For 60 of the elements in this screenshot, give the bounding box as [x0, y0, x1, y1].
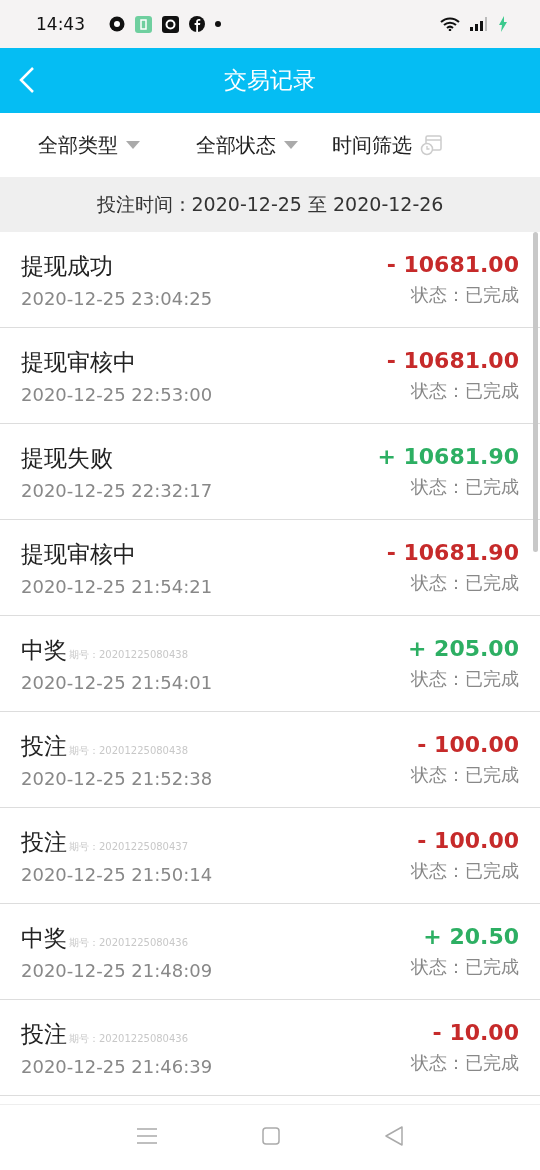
app-icon	[135, 15, 152, 33]
record-time: 2020-12-25 23:04:25	[21, 287, 213, 309]
time-filter[interactable]: 时间筛选	[332, 125, 442, 165]
record-title: 提现审核中	[21, 347, 136, 377]
camera-icon	[162, 15, 179, 33]
record-time: 2020-12-25 21:46:39	[21, 1055, 213, 1077]
signal-icon	[470, 17, 488, 31]
record-amount: - 100.00	[417, 828, 519, 853]
record-time: 2020-12-25 22:32:17	[21, 479, 213, 501]
home-button[interactable]	[262, 1127, 280, 1148]
wifi-icon	[440, 17, 460, 31]
record-time: 2020-12-25 21:52:38	[21, 767, 213, 789]
record-amount: - 10681.90	[386, 540, 519, 565]
page-title: 交易记录	[224, 66, 316, 95]
record-amount: - 10.00	[432, 1020, 519, 1045]
record-title: 提现审核中	[21, 539, 136, 569]
record-amount: + 205.00	[408, 636, 519, 661]
record-status: 状态：已完成	[411, 763, 519, 787]
record-amount: - 10681.00	[386, 348, 519, 373]
record-status: 状态：已完成	[411, 955, 519, 979]
filter-dropdown[interactable]: 全部状态	[196, 125, 298, 165]
browser-icon	[109, 16, 125, 32]
record-time: 2020-12-25 21:54:21	[21, 575, 213, 597]
record-status: 状态：已完成	[411, 379, 519, 403]
record-amount: - 100.00	[417, 732, 519, 757]
record-status: 状态：已完成	[411, 283, 519, 307]
menu-icon	[137, 1128, 157, 1144]
charging-icon	[498, 16, 508, 32]
record-status: 状态：已完成	[411, 475, 519, 499]
scrollbar[interactable]	[533, 232, 538, 552]
home-icon	[262, 1127, 280, 1145]
record-amount: - 10681.00	[386, 252, 519, 277]
record-time: 2020-12-25 21:54:01	[21, 671, 213, 693]
record-status: 状态：已完成	[411, 571, 519, 595]
date-range-text: 投注时间：2020-12-25 至 2020-12-26	[96, 191, 444, 217]
record-time: 2020-12-25 21:50:14	[21, 863, 213, 885]
dropdown-caret-icon	[284, 141, 298, 149]
record-title: 投注	[21, 1019, 67, 1049]
record-title: 投注	[21, 827, 67, 857]
dot-icon	[215, 21, 221, 27]
record-time: 2020-12-25 22:53:00	[21, 383, 213, 405]
clock: 14:43	[36, 14, 85, 34]
record-amount: + 20.50	[423, 924, 519, 949]
dropdown-caret-icon	[126, 141, 140, 149]
record-status: 状态：已完成	[411, 667, 519, 691]
record-title: 中奖	[21, 923, 67, 953]
record-amount: + 10681.90	[377, 444, 519, 469]
record-time: 2020-12-25 21:48:09	[21, 959, 213, 981]
filter-dropdown[interactable]: 全部类型	[38, 125, 140, 165]
record-title: 提现成功	[21, 251, 113, 281]
calendar-clock-icon	[420, 134, 442, 156]
social-icon	[189, 16, 205, 32]
record-title: 中奖	[21, 635, 67, 665]
menu-button[interactable]	[137, 1128, 157, 1147]
record-title: 提现失败	[21, 443, 113, 473]
back-triangle-icon	[385, 1126, 403, 1146]
record-status: 状态：已完成	[411, 1051, 519, 1075]
record-status: 状态：已完成	[411, 859, 519, 883]
back-nav-button[interactable]	[385, 1126, 403, 1149]
record-title: 投注	[21, 731, 67, 761]
